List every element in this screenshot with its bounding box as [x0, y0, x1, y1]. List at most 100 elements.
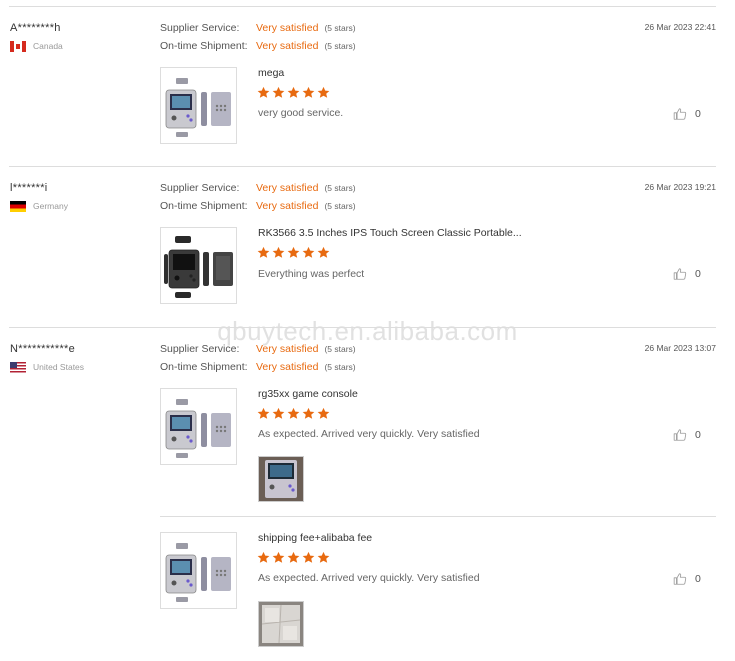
star-icon: [302, 86, 315, 99]
ontime-shipment-rating: On-time Shipment: Very satisfied (5 star…: [160, 200, 356, 212]
ontime-shipment-label: On-time Shipment:: [160, 40, 248, 52]
product-rating-stars: [257, 407, 330, 420]
product-thumbnail[interactable]: [160, 532, 237, 609]
helpful-button[interactable]: 0: [673, 267, 701, 281]
helpful-button[interactable]: 0: [673, 107, 701, 121]
supplier-service-rating: Supplier Service: Very satisfied (5 star…: [160, 182, 356, 194]
star-icon: [317, 551, 330, 564]
thumbs-up-icon: [673, 428, 687, 442]
supplier-service-value: Very satisfied: [256, 22, 319, 34]
usa-flag-icon: [10, 361, 26, 373]
star-icon: [257, 407, 270, 420]
product-title[interactable]: RK3566 3.5 Inches IPS Touch Screen Class…: [258, 227, 522, 239]
product-title[interactable]: shipping fee+alibaba fee: [258, 532, 372, 544]
product-thumbnail[interactable]: [160, 67, 237, 144]
helpful-button[interactable]: 0: [673, 572, 701, 586]
divider: [9, 6, 716, 7]
supplier-service-rating: Supplier Service: Very satisfied (5 star…: [160, 22, 356, 34]
ontime-shipment-stars: (5 stars): [324, 41, 356, 51]
star-icon: [257, 86, 270, 99]
game-console-image: [161, 389, 236, 464]
review-comment: very good service.: [258, 107, 344, 119]
product-rating-stars: [257, 246, 330, 259]
product-thumbnail[interactable]: [160, 388, 237, 465]
review-comment: Everything was perfect: [258, 268, 365, 280]
supplier-service-value: Very satisfied: [256, 182, 319, 194]
thumbs-up-icon: [673, 267, 687, 281]
supplier-service-label: Supplier Service:: [160, 343, 240, 355]
star-icon: [272, 86, 285, 99]
star-icon: [302, 246, 315, 259]
game-console-image: [161, 228, 236, 303]
star-icon: [272, 407, 285, 420]
customer-photo-image: [259, 602, 303, 646]
product-title[interactable]: mega: [258, 67, 284, 79]
star-icon: [272, 551, 285, 564]
review-photo[interactable]: [258, 456, 304, 502]
product-thumbnail[interactable]: [160, 227, 237, 304]
customer-photo-image: [259, 457, 303, 501]
country-name: Canada: [33, 41, 63, 51]
supplier-service-rating: Supplier Service: Very satisfied (5 star…: [160, 343, 356, 355]
like-count: 0: [695, 573, 701, 585]
reviewer-country: Canada: [10, 40, 63, 52]
supplier-service-stars: (5 stars): [324, 183, 356, 193]
supplier-service-stars: (5 stars): [324, 344, 356, 354]
ontime-shipment-rating: On-time Shipment: Very satisfied (5 star…: [160, 361, 356, 373]
ontime-shipment-value: Very satisfied: [256, 200, 319, 212]
star-icon: [317, 86, 330, 99]
product-rating-stars: [257, 551, 330, 564]
reviewer-name: N***********e: [10, 343, 76, 355]
supplier-service-label: Supplier Service:: [160, 22, 240, 34]
star-icon: [302, 407, 315, 420]
reviewer-name: A********h: [10, 22, 61, 34]
germany-flag-icon: [10, 200, 26, 212]
product-rating-stars: [257, 86, 330, 99]
supplier-service-label: Supplier Service:: [160, 182, 240, 194]
like-count: 0: [695, 268, 701, 280]
country-name: United States: [33, 362, 85, 372]
review-date: 26 Mar 2023 19:21: [644, 182, 716, 192]
canada-flag-icon: [10, 40, 26, 52]
thumbs-up-icon: [673, 572, 687, 586]
star-icon: [287, 407, 300, 420]
reviewer-country: United States: [10, 361, 84, 373]
reviewer-name: l*******i: [10, 182, 48, 194]
ontime-shipment-value: Very satisfied: [256, 361, 319, 373]
ontime-shipment-label: On-time Shipment:: [160, 200, 248, 212]
review-comment: As expected. Arrived very quickly. Very …: [258, 428, 480, 440]
divider: [9, 166, 716, 167]
star-icon: [287, 246, 300, 259]
like-count: 0: [695, 429, 701, 441]
review-date: 26 Mar 2023 13:07: [644, 343, 716, 353]
star-icon: [302, 551, 315, 564]
ontime-shipment-label: On-time Shipment:: [160, 361, 248, 373]
review-photo[interactable]: [258, 601, 304, 647]
star-icon: [257, 551, 270, 564]
review-date: 26 Mar 2023 22:41: [644, 22, 716, 32]
ontime-shipment-value: Very satisfied: [256, 40, 319, 52]
thumbs-up-icon: [673, 107, 687, 121]
review-comment: As expected. Arrived very quickly. Very …: [258, 572, 480, 584]
ontime-shipment-stars: (5 stars): [324, 201, 356, 211]
divider: [9, 327, 716, 328]
like-count: 0: [695, 108, 701, 120]
star-icon: [257, 246, 270, 259]
ontime-shipment-stars: (5 stars): [324, 362, 356, 372]
product-title[interactable]: rg35xx game console: [258, 388, 358, 400]
star-icon: [287, 86, 300, 99]
watermark: qbuytech.en.alibaba.com: [217, 316, 518, 346]
reviewer-country: Germany: [10, 200, 68, 212]
supplier-service-stars: (5 stars): [324, 23, 356, 33]
star-icon: [317, 407, 330, 420]
star-icon: [287, 551, 300, 564]
divider: [160, 516, 716, 517]
ontime-shipment-rating: On-time Shipment: Very satisfied (5 star…: [160, 40, 356, 52]
country-name: Germany: [33, 201, 68, 211]
helpful-button[interactable]: 0: [673, 428, 701, 442]
supplier-service-value: Very satisfied: [256, 343, 319, 355]
game-console-image: [161, 533, 236, 608]
star-icon: [272, 246, 285, 259]
star-icon: [317, 246, 330, 259]
game-console-image: [161, 68, 236, 143]
